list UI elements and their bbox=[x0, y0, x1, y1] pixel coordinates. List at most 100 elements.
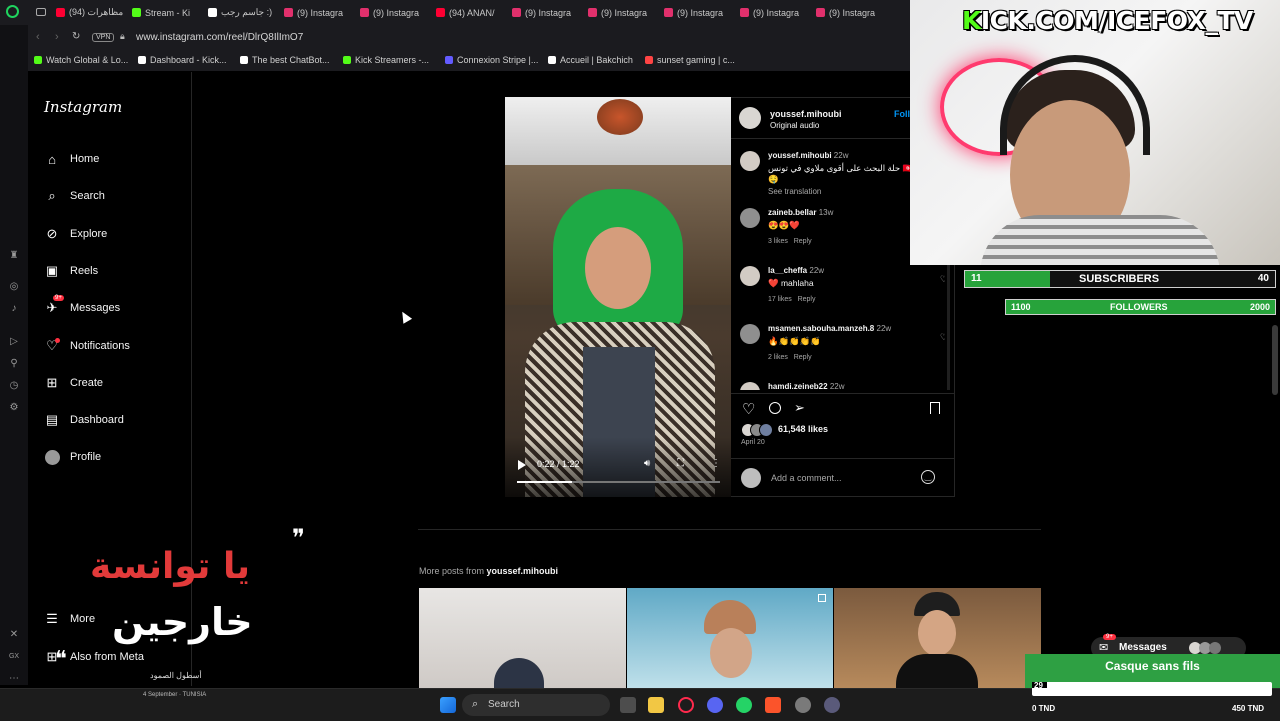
vpn-badge[interactable]: VPN bbox=[92, 33, 115, 42]
reply-button[interactable]: Reply bbox=[798, 296, 816, 303]
share-send-icon[interactable]: ➢ bbox=[794, 400, 805, 416]
author-username[interactable]: youssef.mihoubi bbox=[770, 109, 842, 119]
forward-icon[interactable]: › bbox=[55, 31, 59, 43]
browser-tab[interactable]: (9) Instagra bbox=[284, 4, 356, 21]
browser-tab[interactable]: (9) Instagra bbox=[360, 4, 432, 21]
volume-icon[interactable]: 🔊︎ bbox=[644, 458, 650, 469]
discord-icon[interactable] bbox=[707, 697, 723, 713]
browser-tab[interactable]: Stream - Ki bbox=[132, 4, 204, 21]
brave-icon[interactable] bbox=[765, 697, 781, 713]
bookmark-item[interactable]: Dashboard - Kick... bbox=[138, 55, 227, 65]
more-dots-icon[interactable]: ⋯ bbox=[8, 673, 20, 685]
dashboard-icon: ▤ bbox=[45, 412, 59, 428]
instagram-logo[interactable]: Instagram bbox=[44, 98, 122, 116]
save-bookmark-icon[interactable] bbox=[930, 402, 940, 414]
nav-messages[interactable]: ✈ 9+ Messages bbox=[44, 295, 120, 320]
comment-username[interactable]: zaineb.bellar bbox=[768, 208, 816, 217]
nav-explore[interactable]: ⊘ Explore bbox=[44, 222, 108, 246]
like-heart-icon[interactable]: ♡ bbox=[742, 400, 755, 418]
comment-avatar[interactable] bbox=[740, 382, 760, 390]
player-icon[interactable]: ▷ bbox=[8, 336, 20, 348]
fullscreen-icon[interactable]: ⛶ bbox=[677, 458, 684, 469]
windows-start-icon[interactable] bbox=[440, 697, 456, 713]
nav-home[interactable]: ⌂ Home bbox=[44, 147, 99, 171]
comment-avatar[interactable] bbox=[740, 266, 760, 286]
browser-tab[interactable]: (9) Instagra bbox=[588, 4, 660, 21]
nav-notifications[interactable]: ♡ Notifications bbox=[44, 334, 130, 358]
back-icon[interactable]: ‹ bbox=[36, 31, 40, 43]
reload-icon[interactable]: ↻ bbox=[72, 31, 80, 42]
whatsapp-icon[interactable] bbox=[736, 697, 752, 713]
comment-like-heart-icon[interactable]: ♡ bbox=[940, 332, 945, 343]
post-thumbnail[interactable] bbox=[834, 588, 1041, 688]
url-field[interactable]: www.instagram.com/reel/DlrQ8IlImO7 bbox=[136, 32, 303, 43]
taskbar-search-box[interactable]: ⌕ Search bbox=[462, 694, 610, 716]
instagram-sidebar: Instagram ⌂ Home ⌕ Search ⊘ Explore ▣ Reels ✈ 9+ M… bbox=[28, 72, 192, 686]
page-scrollbar[interactable] bbox=[1272, 325, 1278, 395]
instagram-icon[interactable]: ◎ bbox=[8, 281, 20, 293]
video-options-icon[interactable]: ⋮ bbox=[711, 458, 721, 469]
add-comment-input[interactable]: Add a comment... bbox=[771, 473, 842, 483]
nav-profile[interactable]: Profile bbox=[44, 445, 101, 469]
tab-favicon-icon bbox=[816, 8, 825, 17]
emoji-icon[interactable]: ‿ bbox=[921, 470, 935, 484]
comment-avatar[interactable] bbox=[740, 151, 760, 171]
reel-video[interactable]: 0:22 / 1:22 🔊︎ ⛶ ⋮ bbox=[505, 97, 731, 497]
browser-tab[interactable]: (9) Instagra bbox=[816, 4, 888, 21]
reply-button[interactable]: Reply bbox=[794, 354, 812, 361]
more-posts-username[interactable]: youssef.mihoubi bbox=[487, 566, 559, 576]
comment-username[interactable]: hamdi.zeineb22 bbox=[768, 382, 828, 390]
settings-gear-icon[interactable] bbox=[795, 697, 811, 713]
browser-tab[interactable]: (94) مظاهرات bbox=[56, 4, 128, 21]
tiktok-icon[interactable]: ♪ bbox=[8, 303, 20, 315]
post-thumbnail[interactable] bbox=[627, 588, 833, 688]
browser-tab[interactable]: (9) Instagra bbox=[512, 4, 584, 21]
gx-icon[interactable]: GX bbox=[8, 651, 20, 663]
nav-reels[interactable]: ▣ Reels bbox=[44, 259, 98, 283]
video-progress-track[interactable] bbox=[517, 481, 720, 483]
app-icon[interactable] bbox=[824, 697, 840, 713]
history-icon[interactable]: ◷ bbox=[8, 380, 20, 392]
author-avatar[interactable] bbox=[739, 107, 761, 129]
likes-count[interactable]: 61,548 likes bbox=[778, 424, 828, 434]
comment-likes[interactable]: 2 likes bbox=[768, 354, 788, 361]
nav-more[interactable]: ☰ More bbox=[44, 607, 95, 631]
comment-likes[interactable]: 3 likes bbox=[768, 238, 788, 245]
comment-bubble-icon[interactable] bbox=[769, 402, 781, 414]
pin-icon[interactable]: ⚲ bbox=[8, 358, 20, 370]
liked-by-avatars bbox=[741, 423, 777, 437]
comment-avatar[interactable] bbox=[740, 208, 760, 228]
browser-tab[interactable]: (94) ANAN/ bbox=[436, 4, 508, 21]
file-explorer-icon[interactable] bbox=[648, 697, 664, 713]
play-icon[interactable] bbox=[518, 460, 526, 470]
nav-search[interactable]: ⌕ Search bbox=[44, 184, 105, 208]
bookmark-item[interactable]: sunset gaming | c... bbox=[645, 55, 735, 65]
comment-username[interactable]: youssef.mihoubi bbox=[768, 151, 832, 160]
bookmark-item[interactable]: Watch Global & Lo... bbox=[34, 55, 128, 65]
audio-label[interactable]: Original audio bbox=[770, 121, 819, 130]
comment-username[interactable]: la__cheffa bbox=[768, 266, 807, 275]
bookmark-item[interactable]: Accueil | Bakchich bbox=[548, 55, 633, 65]
comment-like-heart-icon[interactable]: ♡ bbox=[940, 274, 945, 285]
comment-avatar[interactable] bbox=[740, 324, 760, 344]
tab-list-icon[interactable] bbox=[36, 8, 46, 16]
opera-gx-taskbar-icon[interactable] bbox=[678, 697, 694, 713]
task-view-icon[interactable] bbox=[620, 697, 636, 713]
comment-username[interactable]: msamen.sabouha.manzeh.8 bbox=[768, 324, 874, 333]
nav-dashboard[interactable]: ▤ Dashboard bbox=[44, 408, 124, 432]
tools-icon[interactable]: ✕ bbox=[8, 629, 20, 641]
bookmark-item[interactable]: Kick Streamers -... bbox=[343, 55, 429, 65]
settings-icon[interactable]: ⚙ bbox=[8, 402, 20, 414]
messenger-icon: ✈ 9+ bbox=[46, 295, 64, 316]
bookmark-item[interactable]: Connexion Stripe |... bbox=[445, 55, 538, 65]
arcade-icon[interactable]: ♜ bbox=[8, 250, 20, 262]
opera-gx-logo-icon[interactable] bbox=[6, 5, 19, 18]
post-thumbnail[interactable] bbox=[419, 588, 626, 688]
nav-create[interactable]: ⊞ Create bbox=[44, 371, 103, 395]
browser-tab[interactable]: (9) Instagra bbox=[664, 4, 736, 21]
browser-tab[interactable]: جاسم رجب :) bbox=[208, 4, 280, 21]
comment-likes[interactable]: 17 likes bbox=[768, 296, 792, 303]
bookmark-item[interactable]: The best ChatBot... bbox=[240, 55, 330, 65]
reply-button[interactable]: Reply bbox=[794, 238, 812, 245]
browser-tab[interactable]: (9) Instagra bbox=[740, 4, 812, 21]
